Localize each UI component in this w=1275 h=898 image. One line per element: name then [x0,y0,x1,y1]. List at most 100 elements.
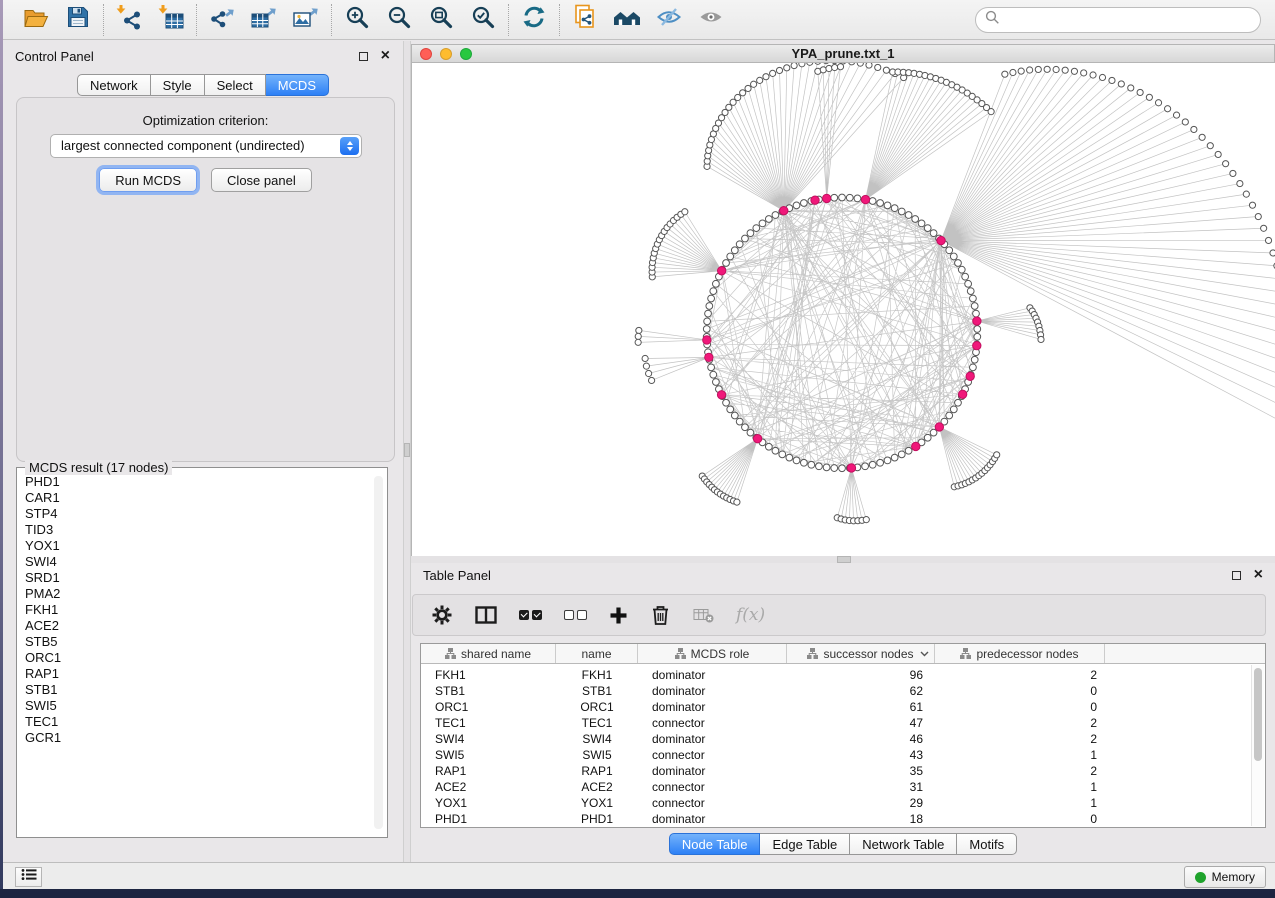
mcds-result-item[interactable]: GCR1 [25,730,369,746]
memory-label: Memory [1212,870,1255,884]
network-canvas[interactable] [411,63,1275,556]
zoom-selected-button[interactable] [466,5,500,35]
first-neighbors-button[interactable] [610,5,644,35]
close-panel-button[interactable]: Close panel [211,168,312,192]
mcds-result-list[interactable]: PHD1CAR1STP4TID3YOX1SWI4SRD1PMA2FKH1ACE2… [17,474,369,833]
import-network-button[interactable] [112,5,146,35]
vertical-splitter[interactable] [403,41,411,862]
column-header-predecessor-nodes[interactable]: predecessor nodes [935,644,1105,663]
mcds-result-item[interactable]: YOX1 [25,538,369,554]
zoom-out-button[interactable] [382,5,416,35]
table-cell: 0 [935,811,1105,826]
network-window-titlebar[interactable]: YPA_prune.txt_1 [411,44,1275,63]
mcds-result-item[interactable]: STB1 [25,682,369,698]
mcds-result-item[interactable]: ORC1 [25,650,369,666]
search-input[interactable] [1006,12,1251,27]
tab-select[interactable]: Select [205,74,266,96]
mcds-result-item[interactable]: STP4 [25,506,369,522]
import-table-button[interactable] [154,5,188,35]
table-row[interactable]: RAP1RAP1dominator352 [421,763,1251,779]
add-column-button[interactable] [609,606,628,625]
table-cell: 31 [787,779,935,795]
settings-gear-button[interactable] [431,604,453,626]
table-cell: 1 [935,747,1105,763]
export-table-button[interactable] [247,5,281,35]
table-scrollbar[interactable] [1251,665,1264,826]
table-cell: YOX1 [556,795,638,811]
duplicate-network-button[interactable] [568,5,602,35]
mcds-result-item[interactable]: FKH1 [25,602,369,618]
hide-selected-button[interactable] [652,5,686,35]
network-graph[interactable] [412,63,1275,556]
import-table-icon [158,4,184,35]
run-mcds-button[interactable]: Run MCDS [99,168,197,192]
column-header-mcds-role[interactable]: MCDS role [638,644,787,663]
table-row[interactable]: ORC1ORC1dominator610 [421,699,1251,715]
column-header-name[interactable]: name [556,644,638,663]
mcds-list-scrollbar[interactable] [374,476,383,829]
mcds-result-item[interactable]: TEC1 [25,714,369,730]
tab-network[interactable]: Network [77,74,151,96]
tab-mcds[interactable]: MCDS [266,74,329,96]
mcds-result-item[interactable]: PMA2 [25,586,369,602]
optimization-criterion-select[interactable]: largest connected component (undirected) [50,134,362,158]
table-cell: connector [638,779,787,795]
column-header-successor-nodes[interactable]: successor nodes [787,644,935,663]
table-row[interactable]: TEC1TEC1connector472 [421,715,1251,731]
mcds-result-item[interactable]: TID3 [25,522,369,538]
table-row[interactable]: FKH1FKH1dominator962 [421,667,1251,683]
mcds-result-item[interactable]: PHD1 [25,474,369,490]
splitter-handle[interactable] [837,556,851,563]
table-cell: connector [638,795,787,811]
delete-column-button[interactable] [650,604,671,626]
deselect-all-button[interactable] [564,610,587,620]
show-panels-button[interactable] [15,867,42,887]
tab-style[interactable]: Style [151,74,205,96]
close-table-panel-button[interactable]: × [1254,570,1263,580]
mcds-result-item[interactable]: SWI4 [25,554,369,570]
export-network-button[interactable] [205,5,239,35]
close-panel-icon-button[interactable]: × [381,51,390,61]
column-header-shared-name[interactable]: shared name [421,644,556,663]
table-row[interactable]: SWI5SWI5connector431 [421,747,1251,763]
table-row[interactable]: STB1STB1dominator620 [421,683,1251,699]
float-table-panel-button[interactable] [1232,571,1241,580]
function-builder-button[interactable]: f(x) [736,605,765,625]
table-body[interactable]: FKH1FKH1dominator962STB1STB1dominator620… [421,665,1251,826]
application-window: Control Panel × NetworkStyleSelectMCDS O… [3,0,1275,889]
table-cell: SWI4 [421,731,556,747]
zoom-fit-button[interactable] [424,5,458,35]
tab-node-table[interactable]: Node Table [669,833,761,855]
refresh-layout-button[interactable] [517,5,551,35]
tab-network-table[interactable]: Network Table [850,833,957,855]
mcds-result-item[interactable]: SRD1 [25,570,369,586]
scrollbar-thumb[interactable] [1254,668,1262,761]
horizontal-splitter[interactable] [411,556,1275,563]
tab-motifs[interactable]: Motifs [957,833,1017,855]
table-row[interactable]: PHD1PHD1dominator180 [421,811,1251,826]
memory-button[interactable]: Memory [1184,866,1266,888]
save-session-button[interactable] [61,5,95,35]
tab-edge-table[interactable]: Edge Table [760,833,850,855]
mcds-result-item[interactable]: ACE2 [25,618,369,634]
split-view-button[interactable] [475,606,497,624]
open-file-button[interactable] [19,5,53,35]
splitter-handle[interactable] [404,443,410,457]
hide-selected-icon [656,4,682,35]
table-row[interactable]: ACE2ACE2connector311 [421,779,1251,795]
table-row[interactable]: YOX1YOX1connector291 [421,795,1251,811]
select-all-button[interactable] [519,610,542,620]
delete-table-button[interactable] [693,606,714,624]
mcds-result-item[interactable]: STB5 [25,634,369,650]
table-row[interactable]: SWI4SWI4dominator462 [421,731,1251,747]
export-image-button[interactable] [289,5,323,35]
table-cell: dominator [638,763,787,779]
zoom-in-button[interactable] [340,5,374,35]
float-panel-button[interactable] [359,52,368,61]
mcds-result-item[interactable]: RAP1 [25,666,369,682]
unchecked-box-icon [577,610,587,620]
search-box[interactable] [975,7,1261,33]
mcds-result-item[interactable]: SWI5 [25,698,369,714]
mcds-result-item[interactable]: CAR1 [25,490,369,506]
show-all-button[interactable] [694,5,728,35]
